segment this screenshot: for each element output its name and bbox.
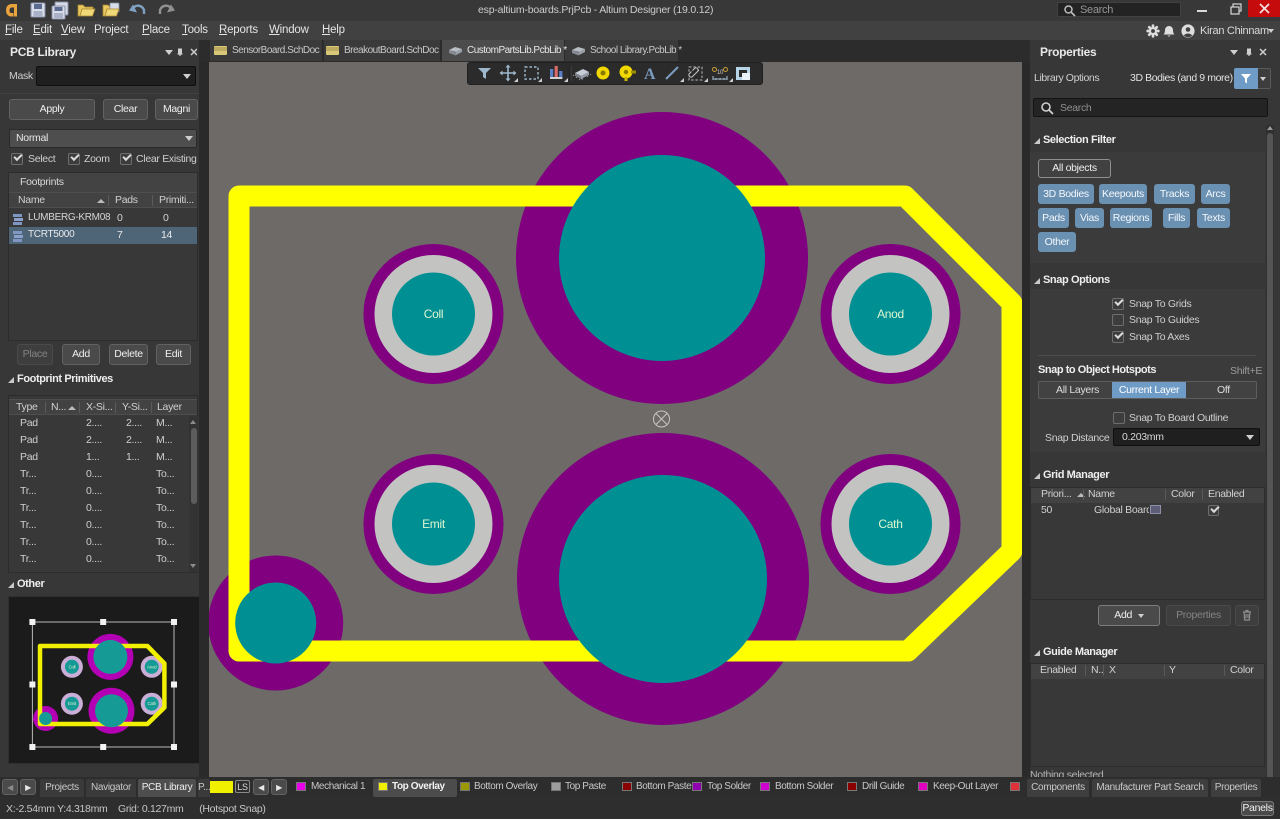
svg-text:Emit: Emit: [422, 517, 446, 531]
svg-text:Cath: Cath: [148, 701, 157, 706]
svg-text:A: A: [644, 66, 656, 83]
svg-text:Emit: Emit: [68, 701, 77, 706]
svg-text:Cath: Cath: [878, 517, 902, 531]
svg-text:Coll: Coll: [424, 307, 443, 321]
svg-text:10: 10: [717, 70, 724, 76]
svg-text:Anod: Anod: [147, 664, 157, 669]
svg-text:Anod: Anod: [877, 307, 904, 321]
svg-text:Coll: Coll: [69, 664, 76, 669]
